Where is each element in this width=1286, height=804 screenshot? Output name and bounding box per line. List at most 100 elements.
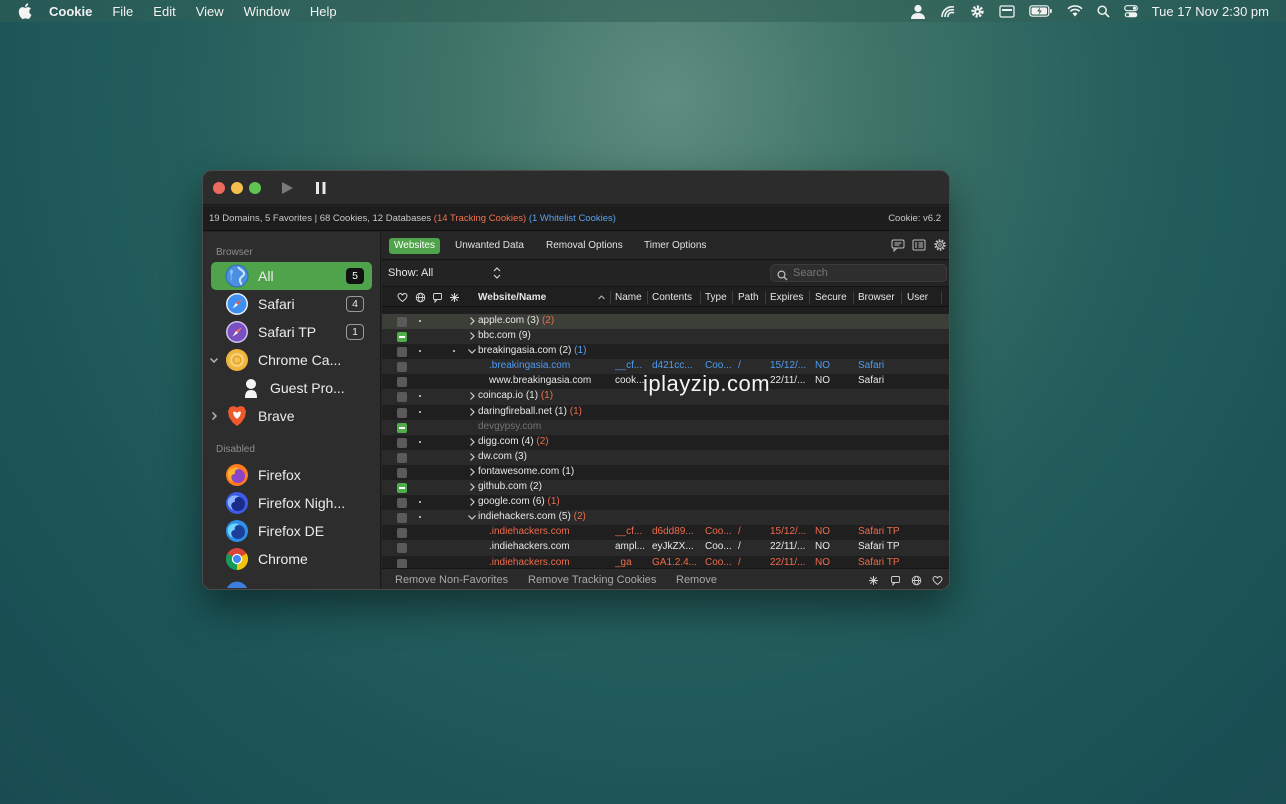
menu-app-name[interactable]: Cookie — [49, 4, 92, 19]
tab-removal-options[interactable]: Removal Options — [541, 238, 628, 254]
list-icon[interactable] — [912, 238, 926, 252]
sidebar-item-chrome-canary[interactable]: Chrome Ca... — [208, 346, 372, 374]
chevron-right-icon[interactable] — [466, 390, 478, 402]
minimize-button[interactable] — [231, 182, 243, 194]
spotlight-search-icon[interactable] — [1097, 4, 1110, 18]
remove-non-favorites-button[interactable]: Remove Non-Favorites — [395, 574, 508, 586]
chevron-right-icon[interactable] — [208, 409, 220, 421]
col-name[interactable]: Name — [615, 292, 642, 303]
col-expires[interactable]: Expires — [770, 292, 803, 303]
chevron-right-icon[interactable] — [466, 330, 478, 342]
gear-icon[interactable] — [970, 4, 985, 19]
globe-column-icon[interactable] — [415, 292, 426, 303]
menu-view[interactable]: View — [196, 4, 224, 19]
close-button[interactable] — [213, 182, 225, 194]
table-row[interactable]: breakingasia.com (2) (1) — [382, 344, 949, 359]
menu-edit[interactable]: Edit — [153, 4, 175, 19]
favorite-checkbox[interactable] — [397, 513, 407, 524]
favorite-checkbox[interactable] — [397, 332, 407, 343]
favorite-checkbox[interactable] — [397, 422, 407, 433]
chevron-right-icon[interactable] — [466, 315, 478, 327]
col-path[interactable]: Path — [738, 292, 759, 303]
pause-icon[interactable] — [313, 180, 329, 196]
favorite-checkbox[interactable] — [397, 543, 407, 554]
chat-icon[interactable] — [891, 238, 905, 253]
show-filter-select[interactable]: Show: All — [388, 267, 433, 279]
bookmark-column-icon[interactable] — [432, 292, 443, 304]
heart-footer-icon[interactable] — [932, 575, 943, 586]
globe-footer-icon[interactable] — [911, 575, 922, 586]
play-icon[interactable] — [279, 180, 295, 196]
sidebar-item-firefox[interactable]: Firefox — [211, 461, 372, 489]
menu-file[interactable]: File — [112, 4, 133, 19]
remove-tracking-cookies-button[interactable]: Remove Tracking Cookies — [528, 574, 656, 586]
table-row[interactable]: devgypsy.com — [382, 419, 949, 435]
sidebar-item-safari-tp[interactable]: Safari TP 1 — [211, 318, 372, 346]
sidebar-item-all[interactable]: All 5 — [211, 262, 372, 290]
search-box[interactable] — [770, 264, 947, 282]
tab-unwanted-data[interactable]: Unwanted Data — [450, 238, 529, 254]
chevron-updown-icon[interactable] — [492, 266, 502, 280]
control-center-icon[interactable] — [1123, 4, 1138, 18]
favorite-checkbox[interactable] — [397, 347, 407, 358]
user-icon[interactable] — [910, 4, 926, 19]
chevron-down-icon[interactable] — [466, 345, 478, 357]
favorite-checkbox[interactable] — [397, 377, 407, 388]
col-user[interactable]: User — [907, 292, 928, 303]
favorite-checkbox[interactable] — [397, 437, 407, 448]
table-row-cookie[interactable]: .indiehackers.com ampl... eyJkZX... Coo.… — [382, 540, 949, 556]
table-row[interactable]: bbc.com (9) — [382, 329, 949, 345]
col-browser[interactable]: Browser — [858, 292, 895, 303]
chevron-right-icon[interactable] — [466, 451, 478, 463]
col-contents[interactable]: Contents — [652, 292, 692, 303]
chevron-right-icon[interactable] — [466, 496, 478, 508]
favorite-checkbox[interactable] — [397, 317, 407, 327]
sidebar-item-firefox-de[interactable]: Firefox DE — [211, 517, 372, 545]
tab-timer-options[interactable]: Timer Options — [639, 238, 711, 254]
favorite-checkbox[interactable] — [397, 362, 407, 373]
keyboard-icon[interactable] — [999, 4, 1015, 18]
chevron-right-icon[interactable] — [466, 481, 478, 493]
col-secure[interactable]: Secure — [815, 292, 847, 303]
table-row[interactable]: fontawesome.com (1) — [382, 465, 949, 480]
wifi-icon[interactable] — [1067, 5, 1083, 17]
menu-window[interactable]: Window — [244, 4, 290, 19]
favorite-checkbox[interactable] — [397, 467, 407, 478]
table-row[interactable]: apple.com (3) (2) — [382, 314, 949, 330]
table-row[interactable]: digg.com (4) (2) — [382, 435, 949, 450]
bookmark-icon[interactable] — [890, 575, 901, 587]
chevron-right-icon[interactable] — [466, 436, 478, 448]
sidebar-item-brave[interactable]: Brave — [211, 402, 372, 430]
sidebar-item-firefox-nightly[interactable]: Firefox Nigh... — [211, 489, 372, 517]
chevron-right-icon[interactable] — [466, 466, 478, 478]
sidebar-item-safari[interactable]: Safari 4 — [211, 290, 372, 318]
settings-gear-icon[interactable] — [933, 238, 947, 252]
col-type[interactable]: Type — [705, 292, 727, 303]
favorite-checkbox[interactable] — [397, 407, 407, 418]
sidebar-item-chrome[interactable]: Chrome — [211, 545, 372, 573]
favorite-checkbox[interactable] — [397, 558, 407, 568]
sidebar-item-partial[interactable] — [211, 573, 372, 588]
table-row[interactable]: github.com (2) — [382, 480, 949, 496]
tab-websites[interactable]: Websites — [389, 238, 440, 254]
airdrop-icon[interactable] — [940, 4, 956, 18]
col-website-name[interactable]: Website/Name — [478, 292, 546, 303]
sidebar-item-guest-profile[interactable]: Guest Pro... — [211, 374, 372, 402]
table-row[interactable]: daringfireball.net (1) (1) — [382, 405, 949, 420]
table-row[interactable]: indiehackers.com (5) (2) — [382, 510, 949, 526]
table-row-cookie[interactable]: .indiehackers.com __cf... d6dd89... Coo.… — [382, 525, 949, 540]
menu-help[interactable]: Help — [310, 4, 337, 19]
tracker-column-icon[interactable] — [449, 292, 460, 303]
favorite-checkbox[interactable] — [397, 498, 407, 509]
apple-icon[interactable] — [18, 3, 34, 19]
table-row[interactable]: google.com (6) (1) — [382, 495, 949, 510]
chevron-right-icon[interactable] — [466, 406, 478, 418]
favorite-checkbox[interactable] — [397, 452, 407, 463]
favorite-checkbox[interactable] — [397, 483, 407, 494]
battery-icon[interactable] — [1028, 5, 1053, 17]
search-input[interactable] — [793, 266, 943, 280]
favorite-checkbox[interactable] — [397, 528, 407, 539]
sort-up-icon[interactable] — [597, 293, 608, 304]
tracker-icon[interactable] — [868, 575, 879, 586]
chevron-down-icon[interactable] — [208, 353, 220, 365]
